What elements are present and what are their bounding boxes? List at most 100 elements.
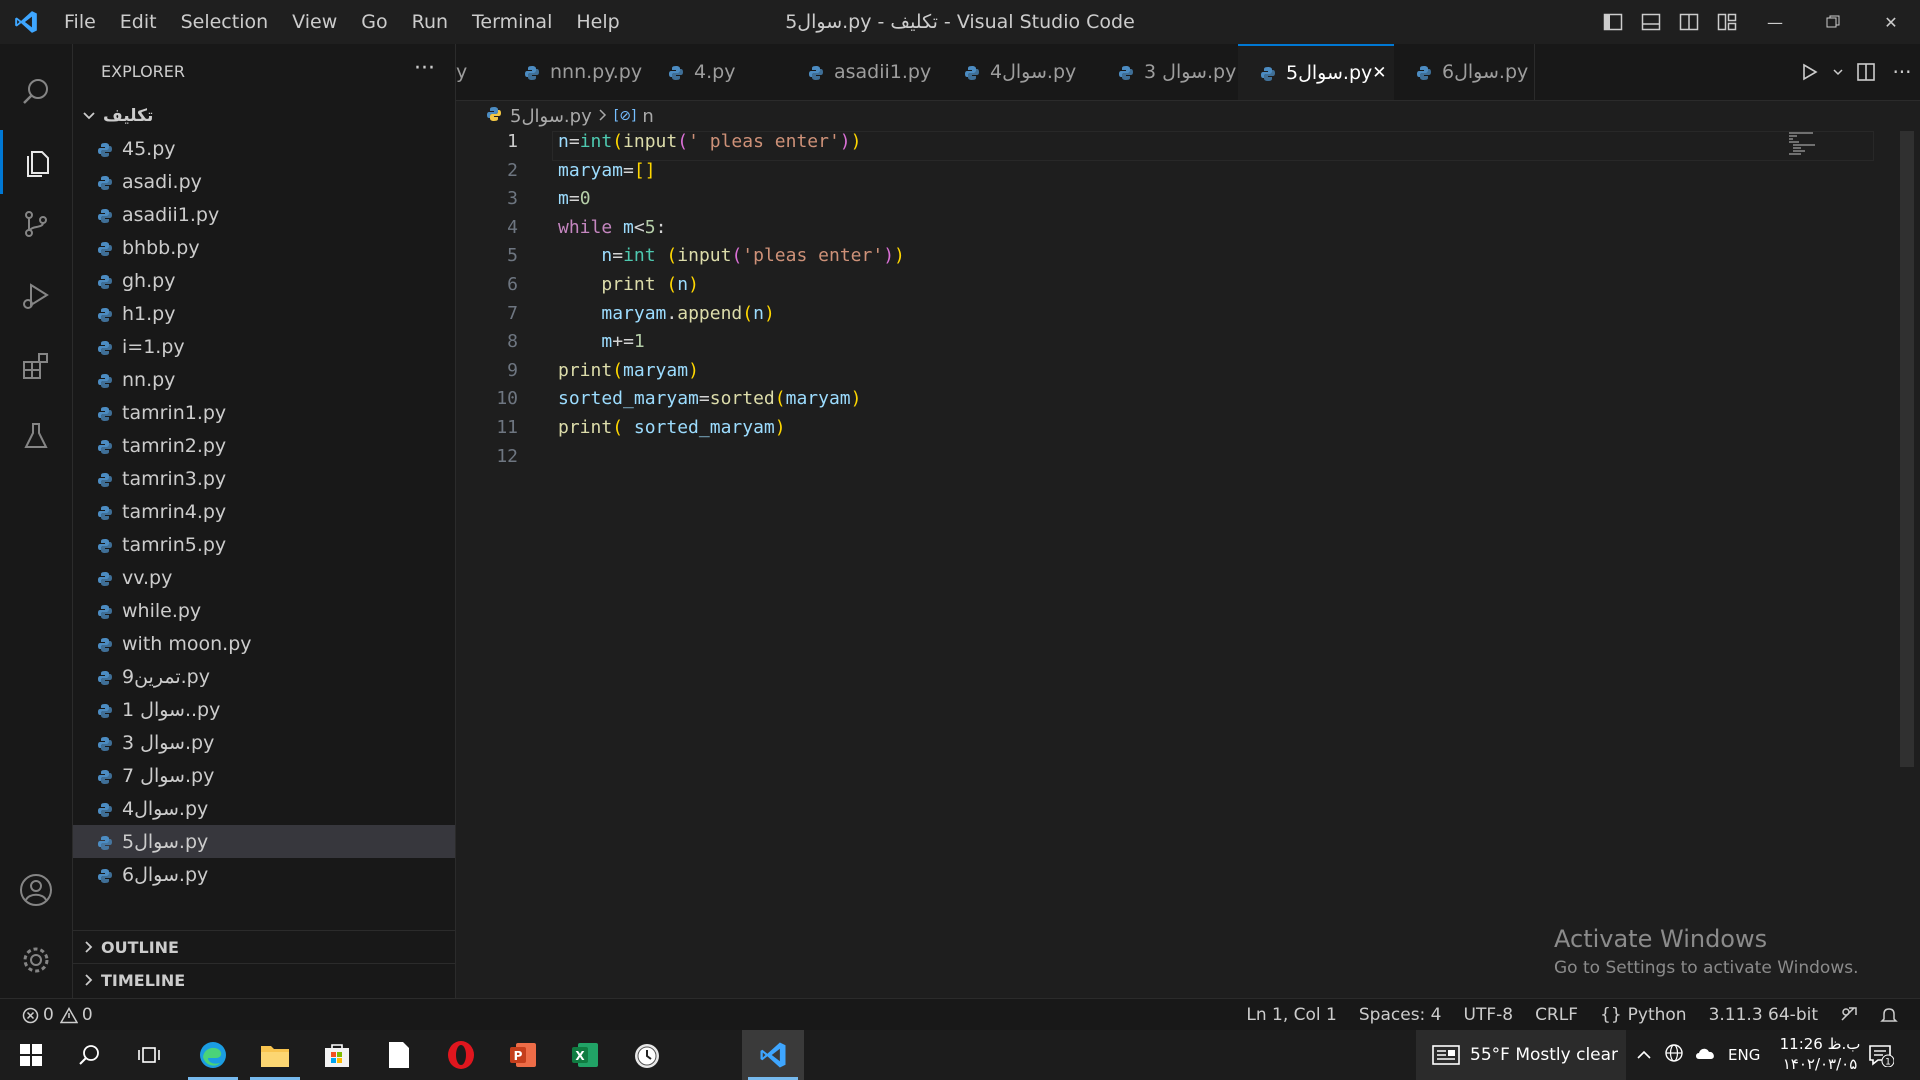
file-item[interactable]: 45.py [73, 132, 455, 165]
file-item[interactable]: 1 سوال..py [73, 693, 455, 726]
code-line[interactable]: 3 m=0 [456, 188, 1900, 217]
powerpoint-icon[interactable]: P [492, 1030, 554, 1080]
menu-file[interactable]: File [52, 0, 108, 44]
notepad-icon[interactable] [368, 1030, 430, 1080]
language-mode[interactable]: {} Python [1589, 999, 1698, 1031]
file-item[interactable]: 5سوال.py [73, 825, 455, 858]
workspace-folder-header[interactable]: تکلیف [73, 100, 455, 132]
menu-view[interactable]: View [280, 0, 349, 44]
edge-browser-icon[interactable] [182, 1030, 244, 1080]
excel-icon[interactable]: X [554, 1030, 616, 1080]
extensions-icon[interactable] [0, 334, 72, 398]
code-line[interactable]: 4 while m<5: [456, 217, 1900, 246]
testing-flask-icon[interactable] [0, 404, 72, 468]
file-item[interactable]: tamrin2.py [73, 429, 455, 462]
cursor-position[interactable]: Ln 1, Col 1 [1235, 999, 1348, 1031]
file-item[interactable]: h1.py [73, 297, 455, 330]
weather-widget[interactable]: 55°F Mostly clear [1416, 1030, 1626, 1080]
file-item[interactable]: 4سوال.py [73, 792, 455, 825]
clock-app-icon[interactable] [616, 1030, 678, 1080]
more-actions-icon[interactable]: ··· [1884, 44, 1920, 100]
source-control-icon[interactable] [0, 192, 72, 256]
editor-tab[interactable]: asadii1.py [786, 44, 943, 100]
menu-go[interactable]: Go [349, 0, 399, 44]
file-item[interactable]: asadii1.py [73, 198, 455, 231]
editor-tab[interactable]: 4سوال.py [942, 44, 1097, 100]
indentation[interactable]: Spaces: 4 [1348, 999, 1453, 1031]
file-item[interactable]: tamrin4.py [73, 495, 455, 528]
explorer-more-actions-icon[interactable]: ··· [414, 44, 435, 100]
microsoft-store-icon[interactable] [306, 1030, 368, 1080]
end-of-line[interactable]: CRLF [1524, 999, 1589, 1031]
editor-tab[interactable]: 6سوال.py [1394, 44, 1535, 100]
taskbar-search-icon[interactable] [58, 1030, 120, 1080]
close-tab-icon[interactable]: ✕ [1372, 63, 1386, 83]
file-item[interactable]: 6سوال.py [73, 858, 455, 891]
close-window-button[interactable]: ✕ [1862, 0, 1920, 44]
code-line[interactable]: 11 print( sorted_maryam) [456, 417, 1900, 446]
file-item[interactable]: nn.py [73, 363, 455, 396]
file-item[interactable]: 3 سوال.py [73, 726, 455, 759]
code-line[interactable]: 1 n=int(input(' pleas enter')) [456, 131, 1900, 160]
toggle-primary-sidebar-icon[interactable] [1594, 0, 1632, 44]
toggle-panel-icon[interactable] [1632, 0, 1670, 44]
vscode-taskbar-icon[interactable] [742, 1030, 804, 1080]
editor-tab[interactable]: nnn.py.py [502, 44, 647, 100]
code-line[interactable]: 6 print (n) [456, 274, 1900, 303]
file-item[interactable]: 9تمرین.py [73, 660, 455, 693]
editor-tab[interactable]: 5سوال.py ✕ [1238, 44, 1395, 100]
file-item[interactable]: while.py [73, 594, 455, 627]
split-editor-icon[interactable] [1848, 44, 1884, 100]
file-item[interactable]: asadi.py [73, 165, 455, 198]
minimap[interactable] [1789, 131, 1819, 155]
run-debug-icon[interactable] [0, 264, 72, 328]
menu-run[interactable]: Run [400, 0, 460, 44]
notifications-bell-icon[interactable] [1869, 999, 1920, 1031]
code-line[interactable]: 10 sorted_maryam=sorted(maryam) [456, 388, 1900, 417]
file-item[interactable]: gh.py [73, 264, 455, 297]
menu-terminal[interactable]: Terminal [460, 0, 564, 44]
code-line[interactable]: 8 m+=1 [456, 331, 1900, 360]
toggle-secondary-sidebar-icon[interactable] [1670, 0, 1708, 44]
breadcrumb-symbol[interactable]: n [642, 106, 653, 127]
file-item[interactable]: tamrin1.py [73, 396, 455, 429]
code-line[interactable]: 12 [456, 446, 1900, 475]
code-editor[interactable]: 1 n=int(input(' pleas enter')) 2 maryam=[] 3… [456, 131, 1900, 998]
minimize-button[interactable]: — [1746, 0, 1804, 44]
editor-tab[interactable]: 4.py [646, 44, 787, 100]
feedback-icon[interactable] [1829, 999, 1869, 1031]
accounts-icon[interactable] [0, 858, 72, 922]
code-line[interactable]: 2 maryam=[] [456, 160, 1900, 189]
search-icon[interactable] [0, 60, 72, 124]
settings-gear-icon[interactable] [0, 928, 72, 992]
notification-center-icon[interactable]: 1 [1854, 1030, 1908, 1080]
file-item[interactable]: with moon.py [73, 627, 455, 660]
restore-button[interactable] [1804, 0, 1862, 44]
chevron-down-icon[interactable] [1828, 44, 1848, 100]
explorer-files-icon[interactable] [0, 130, 72, 194]
input-language[interactable]: ENG [1728, 1046, 1760, 1064]
timeline-section[interactable]: TIMELINE [73, 963, 455, 997]
code-line[interactable]: 9 print(maryam) [456, 360, 1900, 389]
file-item[interactable]: tamrin3.py [73, 462, 455, 495]
run-python-file-icon[interactable] [1792, 44, 1828, 100]
breadcrumb-file[interactable]: 5سوال.py [510, 106, 592, 127]
menu-selection[interactable]: Selection [169, 0, 281, 44]
file-explorer-icon[interactable] [244, 1030, 306, 1080]
file-item[interactable]: 7 سوال.py [73, 759, 455, 792]
menu-edit[interactable]: Edit [108, 0, 169, 44]
customize-layout-icon[interactable] [1708, 0, 1746, 44]
menu-help[interactable]: Help [564, 0, 631, 44]
code-line[interactable]: 5 n=int (input('pleas enter')) [456, 245, 1900, 274]
file-item[interactable]: tamrin5.py [73, 528, 455, 561]
show-hidden-icons-chevron-icon[interactable] [1636, 1046, 1652, 1064]
outline-section[interactable]: OUTLINE [73, 930, 455, 964]
network-globe-icon[interactable] [1664, 1043, 1684, 1067]
tab-partial[interactable]: y [456, 44, 503, 100]
task-view-icon[interactable] [118, 1030, 180, 1080]
windows-start-icon[interactable] [0, 1030, 62, 1080]
python-interpreter[interactable]: 3.11.3 64-bit [1698, 999, 1829, 1031]
file-item[interactable]: bhbb.py [73, 231, 455, 264]
code-line[interactable]: 7 maryam.append(n) [456, 303, 1900, 332]
file-encoding[interactable]: UTF-8 [1453, 999, 1525, 1031]
